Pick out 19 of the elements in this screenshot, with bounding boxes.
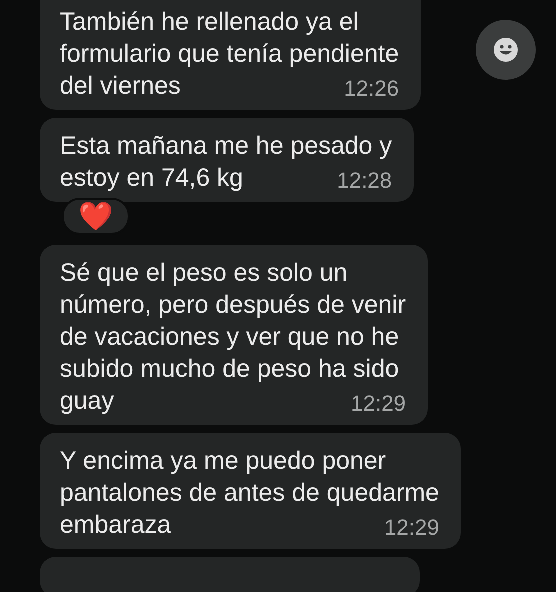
message-text: Sé que el peso es solo un	[60, 258, 348, 289]
message-text: estoy en 74,6 kg	[60, 163, 244, 194]
smiley-icon	[493, 37, 519, 63]
message-text: guay	[60, 386, 114, 417]
message-text: del viernes	[60, 71, 181, 102]
message-text: También he rellenado ya el	[60, 7, 359, 38]
message-text: Y encima ya me puedo poner	[60, 446, 386, 477]
message-text: embaraza	[60, 510, 172, 541]
message-time: 12:29	[384, 515, 440, 541]
message-text: subido mucho de peso ha sido	[60, 354, 400, 385]
message-time: 12:29	[350, 391, 406, 417]
message-text: Esta mañana me he pesado y	[60, 131, 392, 162]
reaction-badge[interactable]: ❤	[62, 198, 130, 235]
message-text: pantalones de antes de quedarme	[60, 478, 440, 509]
message-time: 12:28	[337, 168, 392, 194]
message-time: 12:26	[344, 76, 400, 102]
message-text: número, pero después de venir	[60, 290, 406, 321]
message-text: formulario que tenía pendiente	[60, 39, 400, 70]
message-text: de vacaciones y ver que no he	[60, 322, 400, 353]
